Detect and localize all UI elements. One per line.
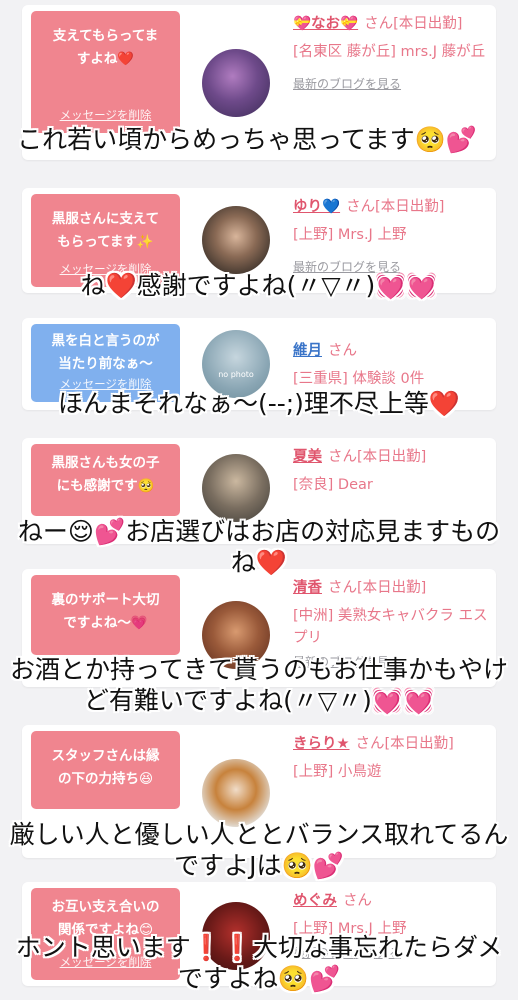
girl-name-link[interactable]: めぐみ [293, 893, 337, 909]
message-bubble: 支えてもらってま すよね❤️ メッセージを削除 [31, 11, 191, 133]
girl-name-link[interactable]: 💝なお💝 [293, 16, 358, 32]
message-text: スタッフさんは縁 の下の力持ち😆 [51, 748, 160, 787]
message-text: 裏のサポート大切 ですよね〜💗 [51, 592, 160, 631]
caption-text: これ若い頃からめっちゃ思ってます🥺💕 [17, 125, 477, 154]
shop-label[interactable]: [上野] Mrs.J 上野 [293, 224, 493, 246]
status-label: さん[本日出勤] [355, 736, 454, 752]
status-label: さん[本日出勤] [364, 16, 463, 32]
status-label: さん [328, 343, 357, 359]
message-bubble: スタッフさんは縁 の下の力持ち😆 [31, 731, 191, 809]
girl-name-link[interactable]: 夏美 [293, 449, 322, 465]
shop-label[interactable]: [三重県] 体験談 0件 [293, 368, 493, 390]
caption-text: 厳しい人と優しい人ととバランス取れてるんですよJは🥺💕 [9, 820, 509, 880]
shop-label[interactable]: [中洲] 美熟女キャバクラ エスプリ [293, 605, 493, 649]
caption-text: お酒とか持ってきて貰うのもお仕事かもやけど有難いですよね(〃▽〃)💓💓 [9, 655, 508, 715]
girl-info: 維月 さん [三重県] 体験談 0件 [293, 340, 493, 390]
caption-text: ね❤️感謝ですよね(〃▽〃)💓💓 [80, 271, 438, 300]
girl-name-link[interactable]: 清香 [293, 580, 322, 596]
message-text: 黒を白と言うのが 当たり前なぁ〜 [51, 333, 160, 372]
shop-label[interactable]: [上野] 小鳥遊 [293, 761, 493, 783]
blog-link[interactable]: 最新のブログを見る [293, 73, 493, 95]
girl-info: 💝なお💝 さん[本日出勤] [名東区 藤が丘] mrs.J 藤が丘 最新のブログを… [293, 13, 493, 95]
message-bubble: 裏のサポート大切 ですよね〜💗 [31, 575, 191, 655]
caption-text: ねー😌💕お店選びはお店の対応見ますものね❤️ [17, 517, 501, 577]
message-text: 黒服さんも女の子 にも感謝です🥺 [51, 455, 160, 494]
status-label: さん[本日出勤] [328, 580, 427, 596]
caption-text: ホント思います❗️❗️大切な事忘れたらダメですよね🥺💕 [15, 933, 503, 993]
avatar[interactable] [202, 454, 270, 522]
girl-name-link[interactable]: きらり★ [293, 736, 350, 752]
no-photo-label: no photo [218, 370, 254, 379]
girl-info: きらり★ さん[本日出勤] [上野] 小鳥遊 [293, 733, 493, 783]
status-label: さん [342, 893, 372, 909]
shop-label[interactable]: [奈良] Dear [293, 474, 493, 496]
message-bubble: 黒服さんも女の子 にも感謝です🥺 [31, 444, 191, 516]
caption-text: ほんまそれなぁ〜(--;)理不尽上等❤️ [57, 389, 461, 418]
avatar[interactable] [202, 49, 270, 117]
avatar[interactable] [202, 206, 270, 274]
status-label: さん[本日出勤] [346, 199, 445, 215]
message-text: 支えてもらってま すよね❤️ [52, 28, 159, 67]
girl-info: ゆり💙 さん[本日出勤] [上野] Mrs.J 上野 最新のブログを見る [293, 196, 493, 278]
avatar[interactable] [202, 759, 270, 827]
message-text: 黒服さんに支えて もらってます✨ [51, 211, 160, 250]
status-label: さん[本日出勤] [328, 449, 427, 465]
girl-info: 夏美 さん[本日出勤] [奈良] Dear [293, 446, 493, 496]
shop-label[interactable]: [名東区 藤が丘] mrs.J 藤が丘 [293, 41, 493, 63]
girl-name-link[interactable]: 維月 [293, 343, 322, 359]
girl-name-link[interactable]: ゆり💙 [293, 199, 340, 215]
